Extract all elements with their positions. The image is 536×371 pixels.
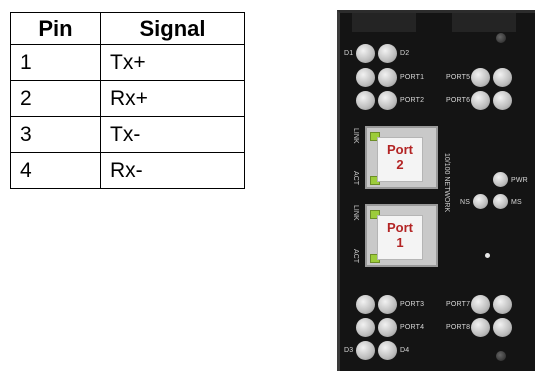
pin-signal-table: Pin Signal 1 Tx+ 2 Rx+ 3 Tx- 4 Rx- — [10, 12, 245, 189]
port1-led-a — [356, 68, 375, 87]
port-name: Port — [387, 142, 413, 157]
pin-cell: 4 — [10, 152, 101, 189]
screw-icon — [496, 33, 506, 43]
table-header-row: Pin Signal — [10, 12, 245, 45]
pin-cell: 2 — [10, 80, 101, 117]
port4-led-a — [356, 318, 375, 337]
port2-label: PORT2 — [400, 97, 425, 104]
port3-led-a — [356, 295, 375, 314]
d2-led — [378, 44, 397, 63]
port6-led-b — [493, 91, 512, 110]
ethernet-port-1: Port 1 — [365, 204, 438, 267]
port3-label: PORT3 — [400, 301, 425, 308]
port6-label: PORT6 — [446, 97, 471, 104]
d3-led — [356, 341, 375, 360]
port7-label: PORT7 — [446, 301, 471, 308]
ns-label: NS — [460, 199, 471, 206]
pwr-label: PWR — [511, 177, 528, 184]
pwr-led — [493, 172, 508, 187]
signal-cell: Tx+ — [100, 44, 245, 81]
header-pin: Pin — [10, 12, 101, 45]
port-socket: Port 1 — [377, 215, 423, 260]
port-number: 1 — [396, 235, 404, 250]
pin-cell: 3 — [10, 116, 101, 153]
link-label-top: LINK — [352, 128, 359, 144]
ns-led — [473, 194, 488, 209]
port2-led-a — [356, 91, 375, 110]
port-number: 2 — [396, 157, 404, 172]
port2-led-b — [378, 91, 397, 110]
port-socket: Port 2 — [377, 137, 423, 182]
signal-cell: Tx- — [100, 116, 245, 153]
act-label-top: ACT — [352, 171, 359, 185]
d1-led — [356, 44, 375, 63]
signal-cell: Rx- — [100, 152, 245, 189]
panel-notch — [452, 13, 516, 32]
header-signal: Signal — [100, 12, 245, 45]
act-label-bottom: ACT — [352, 249, 359, 263]
ms-led — [493, 194, 508, 209]
port7-led-b — [493, 295, 512, 314]
port1-label: PORT1 — [400, 74, 425, 81]
d4-label: D4 — [400, 347, 410, 354]
screw-icon — [496, 351, 506, 361]
port1-led-b — [378, 68, 397, 87]
panel-notch — [352, 13, 416, 32]
port5-led-b — [493, 68, 512, 87]
port5-label: PORT5 — [446, 74, 471, 81]
indicator-dot — [485, 253, 490, 258]
d1-label: D1 — [344, 50, 354, 57]
port3-led-b — [378, 295, 397, 314]
port8-led-a — [471, 318, 490, 337]
port4-label: PORT4 — [400, 324, 425, 331]
port5-led-a — [471, 68, 490, 87]
table-row: 1 Tx+ — [10, 44, 245, 81]
port8-label: PORT8 — [446, 324, 471, 331]
d4-led — [378, 341, 397, 360]
port4-led-b — [378, 318, 397, 337]
d2-label: D2 — [400, 50, 410, 57]
ms-label: MS — [511, 199, 522, 206]
ethernet-port-2: Port 2 — [365, 126, 438, 189]
d3-label: D3 — [344, 347, 354, 354]
table-row: 3 Tx- — [10, 116, 245, 153]
port6-led-a — [471, 91, 490, 110]
port-name: Port — [387, 220, 413, 235]
table-row: 4 Rx- — [10, 152, 245, 189]
port7-led-a — [471, 295, 490, 314]
device-front-panel: D1 D2 PORT1 PORT5 PORT2 PORT6 LINK ACT L… — [337, 10, 535, 371]
table-row: 2 Rx+ — [10, 80, 245, 117]
link-label-bottom: LINK — [352, 205, 359, 221]
network-label: 10/100 NETWORK — [443, 153, 450, 213]
signal-cell: Rx+ — [100, 80, 245, 117]
port8-led-b — [493, 318, 512, 337]
pin-cell: 1 — [10, 44, 101, 81]
